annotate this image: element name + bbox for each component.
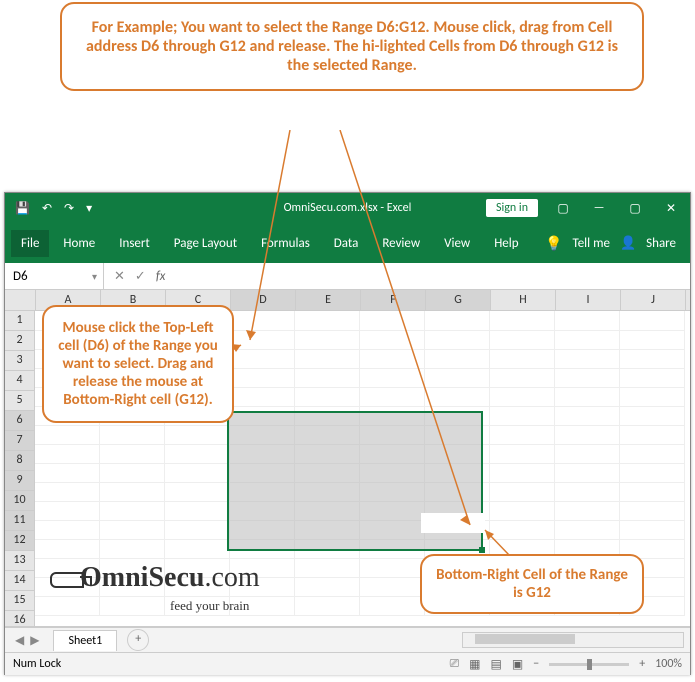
col-head-d[interactable]: D	[231, 290, 296, 310]
minimize-button[interactable]: —	[588, 201, 610, 215]
col-head-j[interactable]: J	[621, 290, 686, 310]
name-box[interactable]: D6	[5, 263, 104, 289]
callout-top: For Example; You want to select the Rang…	[60, 2, 644, 91]
display-settings-icon[interactable]: ⎚	[450, 657, 460, 671]
view-break-icon[interactable]: ▣	[512, 657, 523, 672]
next-sheet-icon[interactable]: ▶	[30, 633, 39, 648]
row-head[interactable]: 15	[5, 591, 35, 611]
signin-button[interactable]: Sign in	[486, 199, 538, 217]
tab-help[interactable]: Help	[484, 230, 528, 257]
horizontal-scrollbar[interactable]	[462, 632, 684, 648]
redo-icon[interactable]: ↷	[64, 201, 74, 216]
tab-home[interactable]: Home	[53, 230, 105, 257]
row-head[interactable]: 9	[5, 471, 35, 491]
row-head[interactable]: 11	[5, 511, 35, 531]
callout-left: Mouse click the Top-Left cell (D6) of th…	[42, 305, 234, 423]
row-head[interactable]: 8	[5, 451, 35, 471]
undo-icon[interactable]: ↶	[42, 201, 52, 216]
row-head[interactable]: 10	[5, 491, 35, 511]
fx-button[interactable]: fx	[156, 269, 166, 284]
qat-dropdown-icon[interactable]: ▾	[86, 201, 92, 216]
col-head-e[interactable]: E	[296, 290, 361, 310]
row-head[interactable]: 7	[5, 431, 35, 451]
col-head-g[interactable]: G	[426, 290, 491, 310]
col-head-i[interactable]: I	[556, 290, 621, 310]
tellme-button[interactable]: Tell me	[573, 236, 610, 251]
save-icon[interactable]: 💾	[15, 201, 30, 216]
share-button[interactable]: Share	[646, 236, 676, 251]
row-head[interactable]: 2	[5, 331, 35, 351]
titlebar: 💾 ↶ ↷ ▾ OmniSecu.com.xlsx - Excel Sign i…	[5, 193, 690, 223]
row-head[interactable]: 16	[5, 611, 35, 627]
sheet-tab-1[interactable]: Sheet1	[53, 630, 117, 651]
view-normal-icon[interactable]: ▦	[469, 657, 480, 672]
zoom-in-button[interactable]: +	[639, 657, 645, 671]
row-head[interactable]: 5	[5, 391, 35, 411]
tab-view[interactable]: View	[434, 230, 480, 257]
restore-button[interactable]: ▢	[624, 201, 646, 216]
tab-insert[interactable]: Insert	[109, 230, 160, 257]
numlock-label: Num Lock	[13, 657, 61, 671]
view-layout-icon[interactable]: ▤	[491, 657, 502, 672]
row-head[interactable]: 13	[5, 551, 35, 571]
col-head-h[interactable]: H	[491, 290, 556, 310]
zoom-out-button[interactable]: −	[533, 657, 539, 671]
tab-file[interactable]: File	[11, 230, 49, 257]
prev-sheet-icon[interactable]: ◀	[15, 633, 24, 648]
key-icon	[50, 572, 84, 588]
status-bar: Num Lock ⎚ ▦ ▤ ▣ − + 100%	[5, 652, 690, 675]
enter-icon[interactable]: ✓	[135, 269, 146, 284]
selection-range	[227, 411, 483, 551]
col-head-f[interactable]: F	[361, 290, 426, 310]
row-head[interactable]: 3	[5, 351, 35, 371]
zoom-slider[interactable]	[549, 663, 629, 666]
logo: OmniSecu.com	[50, 562, 260, 594]
fill-handle[interactable]	[479, 547, 485, 553]
row-head[interactable]: 14	[5, 571, 35, 591]
tab-data[interactable]: Data	[324, 230, 369, 257]
select-all-corner[interactable]	[5, 290, 36, 310]
add-sheet-button[interactable]: +	[127, 629, 149, 651]
share-icon: 👤	[620, 236, 636, 251]
zoom-percent[interactable]: 100%	[655, 657, 682, 671]
row-head[interactable]: 12	[5, 531, 35, 551]
callout-bottom: Bottom-Right Cell of the Range is G12	[420, 554, 644, 614]
row-head[interactable]: 6	[5, 411, 35, 431]
window-title: OmniSecu.com.xlsx - Excel	[284, 201, 412, 215]
quick-access-toolbar: 💾 ↶ ↷ ▾	[5, 201, 92, 216]
tab-page-layout[interactable]: Page Layout	[164, 230, 247, 257]
cancel-icon[interactable]: ✕	[114, 269, 125, 284]
tab-formulas[interactable]: Formulas	[251, 230, 320, 257]
sheet-tabs: ◀ ▶ Sheet1 +	[5, 627, 690, 652]
row-head[interactable]: 4	[5, 371, 35, 391]
active-cell-d6[interactable]	[421, 513, 485, 533]
ribbon-options-icon[interactable]: ▢	[552, 201, 574, 216]
bulb-icon: 💡	[545, 235, 562, 252]
formula-bar: D6 ✕ ✓ fx	[5, 263, 690, 290]
tab-review[interactable]: Review	[372, 230, 430, 257]
close-button[interactable]: ✕	[660, 201, 682, 216]
logo-tagline: feed your brain	[170, 598, 249, 614]
row-head[interactable]: 1	[5, 311, 35, 331]
ribbon: File Home Insert Page Layout Formulas Da…	[5, 223, 690, 263]
